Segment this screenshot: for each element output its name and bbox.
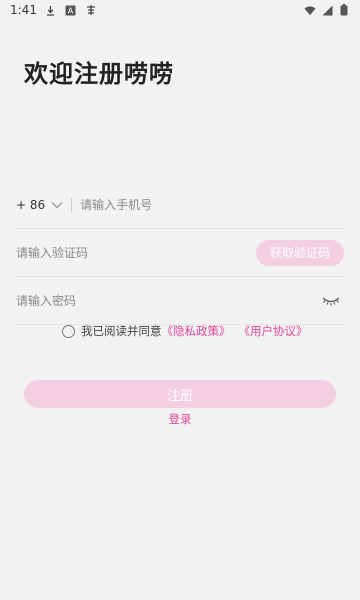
a-box-icon: A	[65, 4, 77, 16]
privacy-policy-link[interactable]: 《隐私政策》	[162, 323, 231, 339]
status-time: 1:41	[10, 3, 37, 17]
chevron-down-icon[interactable]	[51, 201, 63, 209]
country-code-selector[interactable]: + 86	[16, 198, 45, 212]
page-title: 欢迎注册唠唠	[24, 60, 174, 88]
eye-closed-icon[interactable]	[322, 296, 340, 306]
download-icon	[45, 4, 57, 16]
agree-checkbox[interactable]	[62, 324, 75, 338]
status-right	[304, 4, 350, 16]
status-bar: 1:41 A	[0, 0, 360, 20]
login-link[interactable]: 登录	[0, 411, 360, 427]
register-button[interactable]: 注册	[24, 380, 336, 408]
battery-icon	[338, 4, 350, 16]
signal-icon	[321, 4, 333, 16]
agreement-row: 我已阅读并同意 《隐私政策》 《用户协议》	[62, 322, 308, 340]
app-icon	[85, 4, 97, 16]
verification-code-input[interactable]	[16, 245, 256, 260]
wifi-icon	[304, 4, 316, 16]
agreement-text: 我已阅读并同意	[81, 324, 162, 338]
status-left: 1:41 A	[10, 3, 97, 17]
code-row: 获取验证码	[16, 229, 344, 277]
divider	[71, 197, 73, 212]
phone-input[interactable]	[80, 197, 344, 212]
password-input[interactable]	[16, 293, 322, 308]
svg-text:A: A	[68, 6, 74, 15]
password-row	[16, 277, 344, 325]
user-agreement-link[interactable]: 《用户协议》	[239, 323, 308, 339]
phone-row: + 86	[16, 181, 344, 229]
get-code-button[interactable]: 获取验证码	[256, 239, 344, 266]
